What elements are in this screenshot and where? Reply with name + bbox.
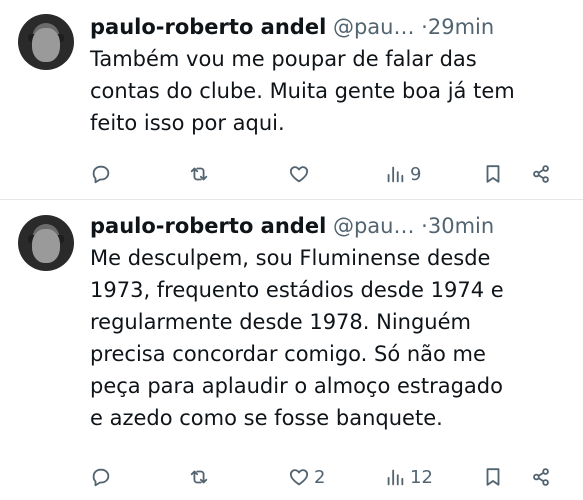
bookmark-icon: [486, 468, 500, 486]
bookmark-button[interactable]: [482, 159, 504, 189]
tweet[interactable]: paulo-roberto andel @pau… ·30min Me desc…: [0, 200, 583, 500]
reply-icon: [92, 165, 110, 184]
like-button[interactable]: 2: [288, 462, 325, 492]
avatar-face: [32, 28, 60, 62]
avatar[interactable]: [18, 14, 74, 70]
tweet-text: Também vou me poupar de falar das contas…: [90, 43, 570, 139]
tweet-text-line: Me desculpem, sou Fluminense desde: [90, 246, 491, 270]
tweet-text-line: regularmente desde 1978. Ninguém: [90, 310, 471, 334]
tweet-text-line: Também vou me poupar de falar das: [90, 47, 477, 71]
author-name[interactable]: paulo-roberto andel: [90, 15, 326, 39]
retweet-icon: [190, 470, 208, 484]
like-icon: [289, 469, 309, 486]
retweet-button[interactable]: [188, 159, 210, 189]
views-button[interactable]: 12: [384, 462, 433, 492]
share-button[interactable]: [530, 159, 552, 189]
views-icon: [387, 166, 404, 183]
bookmark-button[interactable]: [482, 462, 504, 492]
avatar-face: [32, 229, 60, 263]
retweet-button[interactable]: [188, 462, 210, 492]
tweet-header: paulo-roberto andel @pau… ·30min: [90, 211, 494, 241]
tweet-text-line: feito isso por aqui.: [90, 111, 285, 135]
like-count: 2: [314, 466, 326, 488]
separator-dot: ·: [421, 15, 428, 39]
tweet-text-line: e azedo como se fosse banquete.: [90, 406, 443, 430]
tweet-text-line: contas do clube. Muita gente boa já tem: [90, 79, 515, 103]
action-bar: 9: [90, 159, 570, 189]
reply-button[interactable]: [90, 462, 112, 492]
like-button[interactable]: [288, 159, 314, 189]
timestamp[interactable]: 29min: [428, 15, 494, 39]
views-icon: [387, 469, 404, 486]
tweet-header: paulo-roberto andel @pau… ·29min: [90, 12, 494, 42]
reply-button[interactable]: [90, 159, 112, 189]
share-button[interactable]: [530, 462, 552, 492]
bookmark-icon: [486, 165, 500, 183]
tweet-text-line: 1973, frequento estádios desde 1974 e: [90, 278, 504, 302]
share-icon: [533, 468, 549, 486]
reply-icon: [92, 468, 110, 487]
separator-dot: ·: [421, 214, 428, 238]
tweet-text-line: peça para aplaudir o almoço estragado: [90, 374, 503, 398]
view-count: 12: [410, 466, 433, 488]
like-icon: [289, 166, 309, 183]
retweet-icon: [190, 167, 208, 181]
tweet[interactable]: paulo-roberto andel @pau… ·29min Também …: [0, 0, 583, 199]
view-count: 9: [410, 163, 422, 185]
avatar[interactable]: [18, 215, 74, 271]
action-bar: 2 12: [90, 462, 570, 492]
share-icon: [533, 165, 549, 183]
tweet-text: Me desculpem, sou Fluminense desde 1973,…: [90, 242, 570, 434]
author-handle[interactable]: @pau…: [333, 15, 415, 39]
author-name[interactable]: paulo-roberto andel: [90, 214, 326, 238]
tweet-text-line: precisa concordar comigo. Só não me: [90, 342, 486, 366]
author-handle[interactable]: @pau…: [333, 214, 415, 238]
views-button[interactable]: 9: [384, 159, 421, 189]
timestamp[interactable]: 30min: [428, 214, 494, 238]
